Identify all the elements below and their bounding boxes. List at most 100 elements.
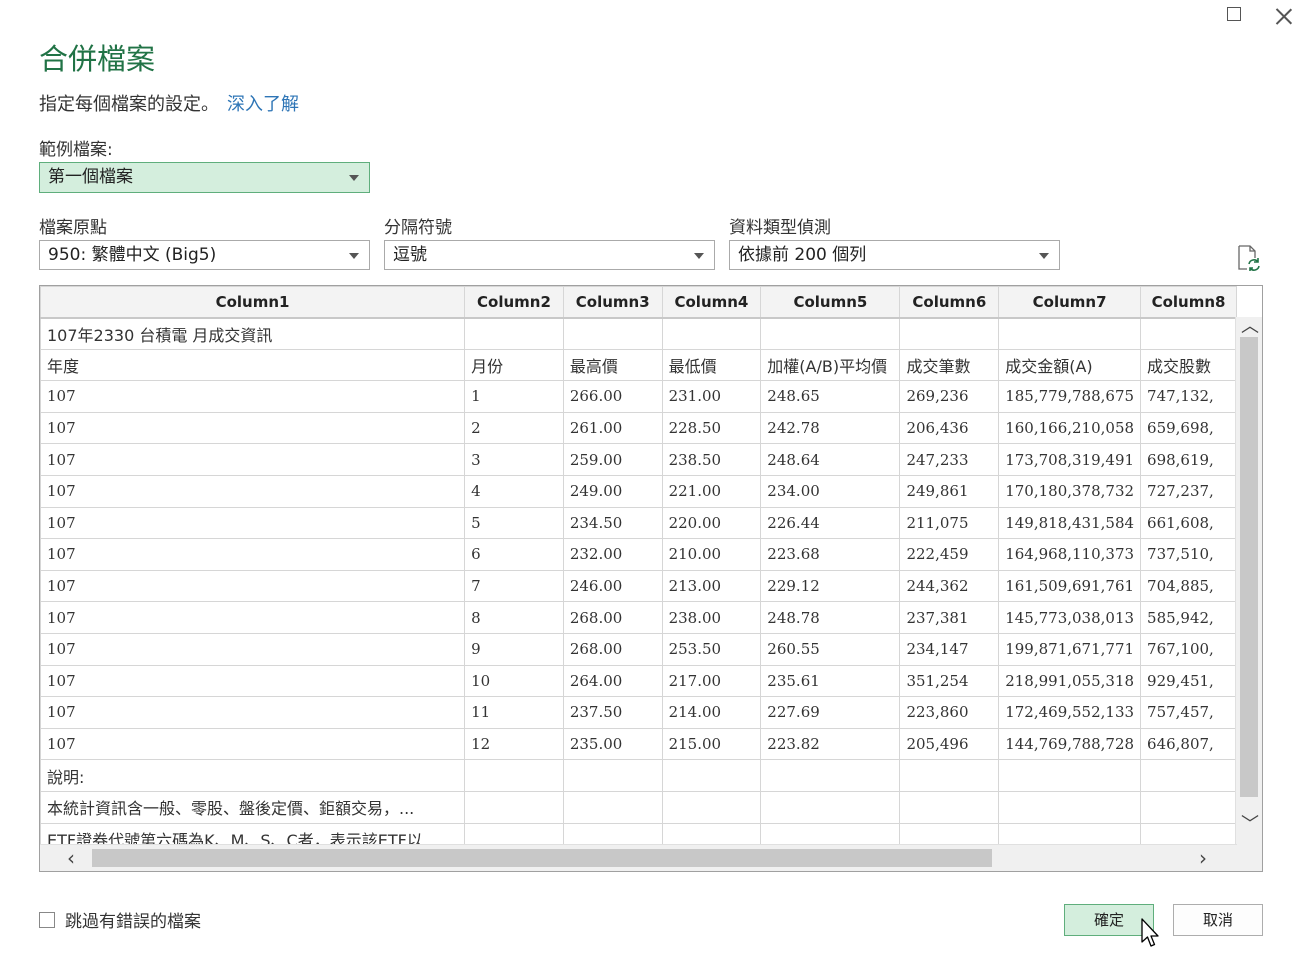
- table-cell[interactable]: 231.00: [661, 380, 762, 413]
- table-cell[interactable]: [760, 759, 901, 792]
- table-cell[interactable]: 747,132,: [1140, 380, 1237, 413]
- table-cell[interactable]: 351,254: [899, 664, 1000, 698]
- table-cell[interactable]: [562, 790, 663, 824]
- table-cell[interactable]: 248.64: [760, 443, 901, 476]
- table-cell[interactable]: 最低價: [661, 348, 762, 382]
- vertical-scroll-thumb[interactable]: [1240, 337, 1258, 797]
- table-cell[interactable]: 238.00: [661, 601, 762, 634]
- column-header[interactable]: Column1: [40, 286, 466, 319]
- table-cell[interactable]: [464, 759, 564, 792]
- table-cell[interactable]: 227.69: [760, 696, 901, 729]
- table-cell[interactable]: 107: [40, 664, 466, 698]
- table-cell[interactable]: [661, 759, 762, 792]
- table-cell[interactable]: 205,496: [899, 727, 1000, 761]
- column-header[interactable]: Column7: [998, 286, 1142, 319]
- table-cell[interactable]: 107: [40, 443, 466, 476]
- table-cell[interactable]: [562, 317, 663, 350]
- table-cell[interactable]: [1140, 759, 1237, 792]
- column-header[interactable]: Column6: [899, 286, 1000, 319]
- table-cell[interactable]: 248.65: [760, 380, 901, 413]
- table-cell[interactable]: 173,708,319,491: [998, 443, 1142, 476]
- table-cell[interactable]: 698,619,: [1140, 443, 1237, 476]
- table-cell[interactable]: 221.00: [661, 474, 762, 508]
- table-cell[interactable]: [562, 759, 663, 792]
- table-cell[interactable]: 成交股數: [1140, 348, 1237, 382]
- table-cell[interactable]: 235.61: [760, 664, 901, 698]
- table-cell[interactable]: 2: [464, 411, 564, 445]
- table-cell[interactable]: 253.50: [661, 632, 762, 666]
- table-cell[interactable]: 217.00: [661, 664, 762, 698]
- table-cell[interactable]: 說明:: [40, 759, 466, 792]
- table-cell[interactable]: 264.00: [562, 664, 663, 698]
- table-cell[interactable]: [661, 790, 762, 824]
- table-cell[interactable]: 235.00: [562, 727, 663, 761]
- table-cell[interactable]: 247,233: [899, 443, 1000, 476]
- table-cell[interactable]: 160,166,210,058: [998, 411, 1142, 445]
- table-cell[interactable]: 585,942,: [1140, 601, 1237, 634]
- table-cell[interactable]: 222,459: [899, 538, 1000, 571]
- table-cell[interactable]: 249,861: [899, 474, 1000, 508]
- table-cell[interactable]: 107: [40, 506, 466, 540]
- table-cell[interactable]: 4: [464, 474, 564, 508]
- chevron-left-icon[interactable]: ‹: [62, 848, 80, 868]
- skip-errors-option[interactable]: 跳過有錯誤的檔案: [39, 907, 201, 932]
- column-header[interactable]: Column2: [464, 286, 564, 319]
- table-cell[interactable]: 737,510,: [1140, 538, 1237, 571]
- table-cell[interactable]: [464, 317, 564, 350]
- column-header[interactable]: Column8: [1140, 286, 1237, 319]
- table-cell[interactable]: 237.50: [562, 696, 663, 729]
- table-cell[interactable]: 238.50: [661, 443, 762, 476]
- table-cell[interactable]: 226.44: [760, 506, 901, 540]
- table-cell[interactable]: [998, 790, 1142, 824]
- table-cell[interactable]: 249.00: [562, 474, 663, 508]
- table-cell[interactable]: 199,871,671,771: [998, 632, 1142, 666]
- table-cell[interactable]: [760, 317, 901, 350]
- table-cell[interactable]: 3: [464, 443, 564, 476]
- sample-file-dropdown[interactable]: 第一個檔案: [39, 162, 370, 193]
- column-header[interactable]: Column5: [760, 286, 901, 319]
- vertical-scrollbar[interactable]: ︿ ﹀: [1235, 317, 1262, 847]
- table-cell[interactable]: 11: [464, 696, 564, 729]
- table-cell[interactable]: 1: [464, 380, 564, 413]
- table-cell[interactable]: 206,436: [899, 411, 1000, 445]
- cancel-button[interactable]: 取消: [1173, 904, 1263, 936]
- maximize-icon[interactable]: [1227, 7, 1241, 21]
- table-cell[interactable]: 767,100,: [1140, 632, 1237, 666]
- table-cell[interactable]: 244,362: [899, 569, 1000, 603]
- table-cell[interactable]: 232.00: [562, 538, 663, 571]
- table-cell[interactable]: 259.00: [562, 443, 663, 476]
- table-cell[interactable]: 6: [464, 538, 564, 571]
- table-cell[interactable]: [1140, 317, 1237, 350]
- table-cell[interactable]: 9: [464, 632, 564, 666]
- chevron-up-icon[interactable]: ︿: [1241, 318, 1259, 336]
- table-cell[interactable]: 最高價: [562, 348, 663, 382]
- preview-grid[interactable]: Column1 Column2 Column3 Column4 Column5 Colum…: [39, 285, 1263, 872]
- table-cell[interactable]: [661, 317, 762, 350]
- table-cell[interactable]: 145,773,038,013: [998, 601, 1142, 634]
- table-cell[interactable]: [464, 790, 564, 824]
- table-cell[interactable]: 月份: [464, 348, 564, 382]
- table-cell[interactable]: 213.00: [661, 569, 762, 603]
- table-cell[interactable]: 646,807,: [1140, 727, 1237, 761]
- table-cell[interactable]: 266.00: [562, 380, 663, 413]
- table-cell[interactable]: 7: [464, 569, 564, 603]
- table-cell[interactable]: 234,147: [899, 632, 1000, 666]
- column-header[interactable]: Column4: [661, 286, 762, 319]
- table-cell[interactable]: 223,860: [899, 696, 1000, 729]
- table-cell[interactable]: [760, 790, 901, 824]
- table-cell[interactable]: 268.00: [562, 632, 663, 666]
- table-cell[interactable]: 161,509,691,761: [998, 569, 1142, 603]
- table-cell[interactable]: 107: [40, 632, 466, 666]
- table-cell[interactable]: 107年2330 台積電 月成交資訊: [40, 317, 466, 350]
- table-cell[interactable]: 成交金額(A): [998, 348, 1142, 382]
- table-cell[interactable]: 757,457,: [1140, 696, 1237, 729]
- table-cell[interactable]: 107: [40, 538, 466, 571]
- table-cell[interactable]: 107: [40, 569, 466, 603]
- table-cell[interactable]: 220.00: [661, 506, 762, 540]
- table-cell[interactable]: 234.00: [760, 474, 901, 508]
- table-cell[interactable]: 172,469,552,133: [998, 696, 1142, 729]
- file-origin-dropdown[interactable]: 950: 繁體中文 (Big5): [39, 240, 370, 270]
- chevron-down-icon[interactable]: ﹀: [1241, 816, 1259, 834]
- table-cell[interactable]: 164,968,110,373: [998, 538, 1142, 571]
- column-header[interactable]: Column3: [562, 286, 663, 319]
